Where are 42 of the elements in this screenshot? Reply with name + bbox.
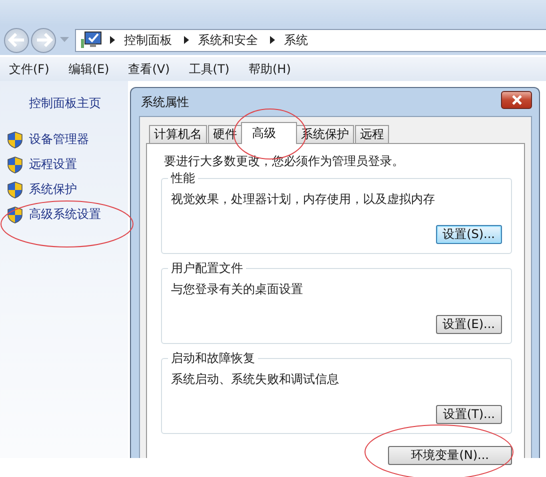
tab[interactable]: 高级 — [241, 122, 297, 144]
group-title: 启动和故障恢复 — [168, 350, 258, 367]
chevron-icon[interactable] — [270, 36, 276, 44]
sidebar-link[interactable]: 高级系统设置 — [29, 206, 101, 223]
menu-item[interactable]: 工具(T) — [188, 60, 230, 78]
group-description: 与您登录有关的桌面设置 — [171, 281, 304, 298]
close-button[interactable] — [501, 91, 532, 109]
chevron-icon[interactable] — [184, 36, 190, 44]
menu-item[interactable]: 文件(F) — [9, 60, 50, 78]
right-arrow-icon — [34, 33, 52, 47]
shield-icon — [7, 180, 23, 198]
address-bar[interactable]: 控制面板 系统和安全 系统 — [75, 28, 546, 52]
dialog-title: 系统属性 — [141, 94, 189, 110]
menu-item[interactable]: 帮助(H) — [248, 60, 291, 78]
tab[interactable]: 计算机名 — [149, 125, 207, 143]
settings-button[interactable]: 设置(T)... — [436, 405, 502, 424]
shield-icon — [7, 156, 23, 174]
chevron-icon[interactable] — [110, 36, 116, 44]
group-title: 用户配置文件 — [168, 260, 246, 277]
group-description: 视觉效果，处理器计划，内存使用，以及虚拟内存 — [171, 191, 436, 208]
left-arrow-icon — [8, 33, 26, 47]
menu-item[interactable]: 查看(V) — [128, 60, 170, 78]
home-link[interactable]: 控制面板主页 — [29, 95, 101, 112]
sidebar-link[interactable]: 设备管理器 — [29, 131, 89, 148]
group-description: 系统启动、系统失败和调试信息 — [171, 371, 340, 388]
environment-variables-button[interactable]: 环境变量(N)... — [388, 446, 512, 465]
settings-button[interactable]: 设置(E)... — [436, 315, 502, 334]
breadcrumb[interactable]: 系统和安全 — [198, 32, 258, 48]
forward-button[interactable] — [31, 28, 56, 52]
breadcrumb[interactable]: 控制面板 — [124, 32, 172, 48]
breadcrumb[interactable]: 系统 — [284, 32, 308, 48]
shield-icon — [7, 130, 23, 148]
sidebar-link[interactable]: 远程设置 — [29, 156, 77, 173]
computer-icon — [80, 31, 102, 49]
shield-icon — [7, 206, 23, 224]
close-icon — [510, 95, 522, 105]
group-title: 性能 — [168, 170, 198, 187]
settings-button[interactable]: 设置(S)... — [436, 225, 502, 244]
tab[interactable]: 远程 — [355, 125, 389, 143]
sidebar-link[interactable]: 系统保护 — [29, 181, 77, 198]
menu-item[interactable]: 编辑(E) — [68, 60, 110, 78]
back-button[interactable] — [4, 28, 29, 52]
